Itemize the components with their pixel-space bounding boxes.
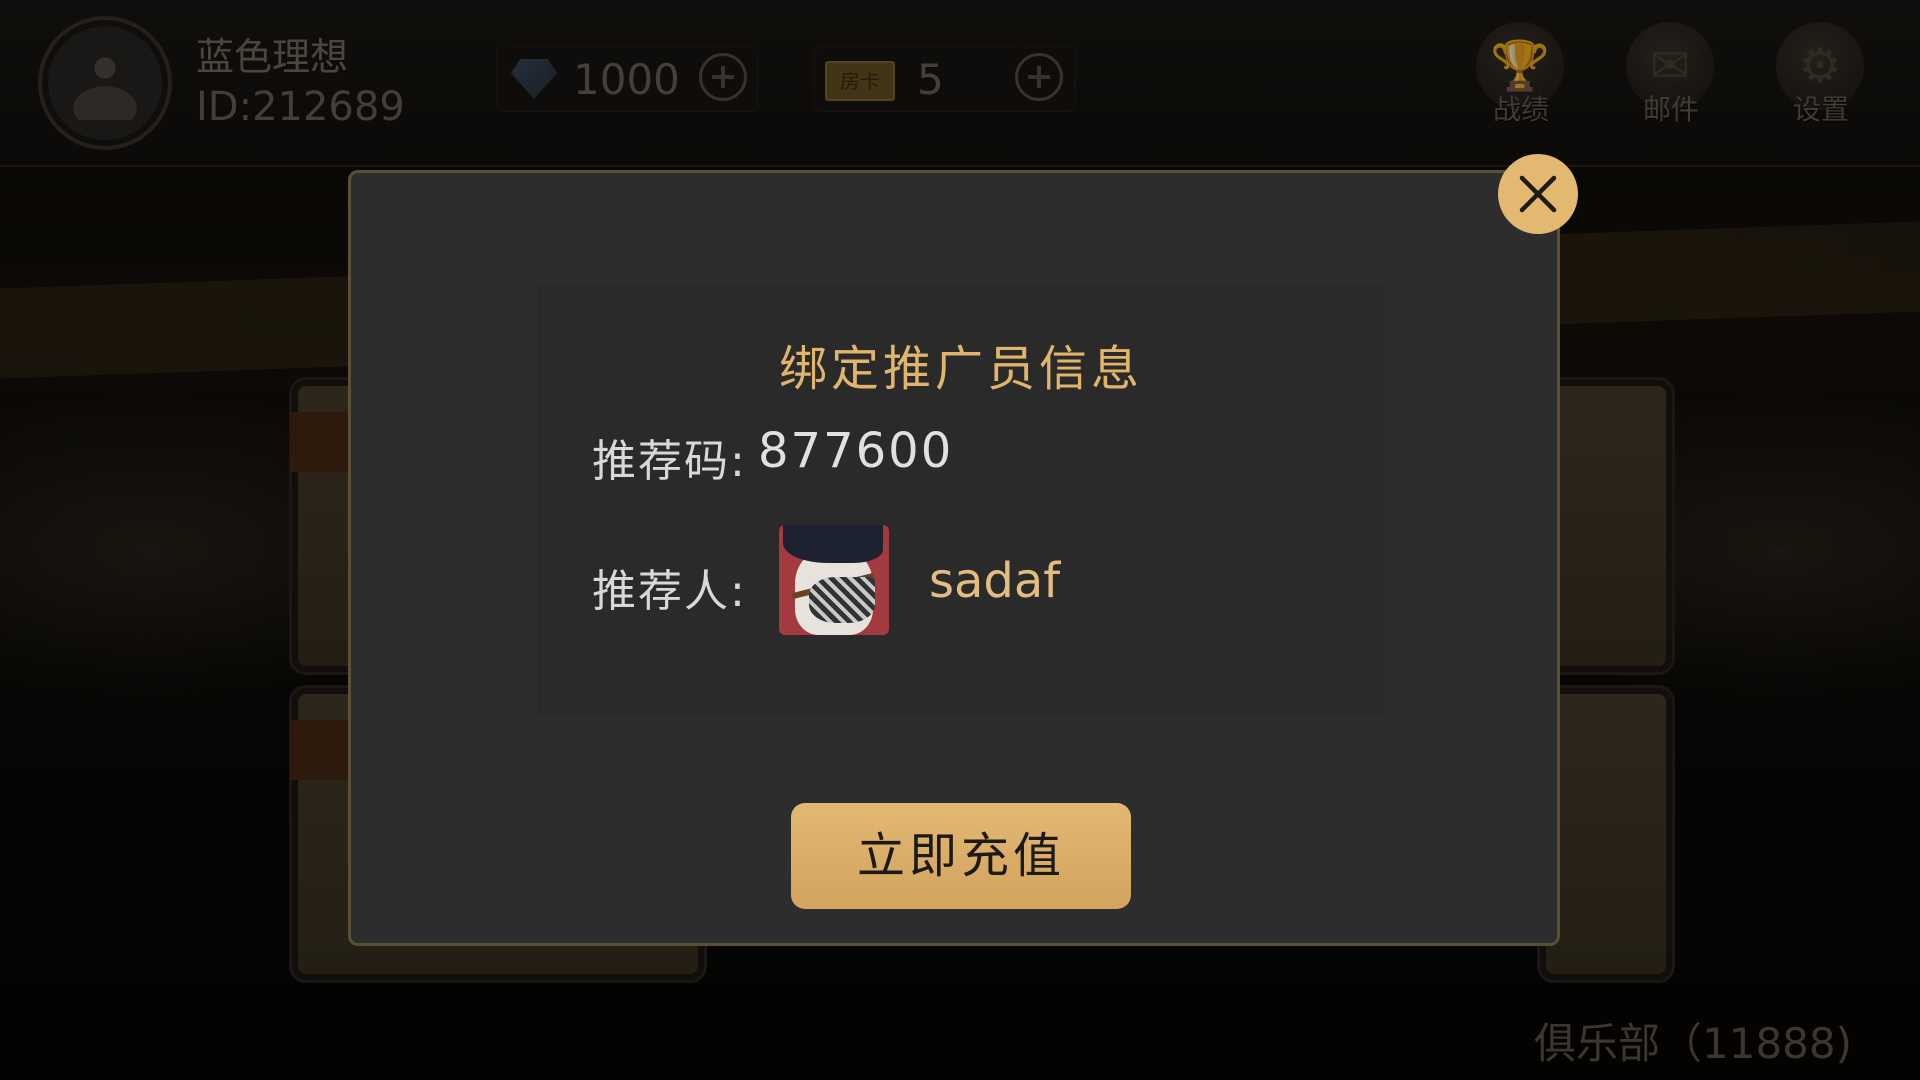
close-icon xyxy=(1519,175,1557,213)
referral-code-value: 877600 xyxy=(758,423,954,479)
dialog-title: 绑定推广员信息 xyxy=(778,341,1143,397)
recharge-now-button[interactable]: 立即充值 xyxy=(791,803,1131,909)
referrer-label: 推荐人: xyxy=(592,566,747,617)
referrer-avatar xyxy=(779,525,889,635)
referral-code-label: 推荐码: xyxy=(592,436,747,487)
close-dialog-button[interactable] xyxy=(1498,154,1578,234)
referrer-name: sadaf xyxy=(929,553,1061,609)
promoter-info-panel: 绑定推广员信息 推荐码: 877600 推荐人: sadaf xyxy=(537,285,1385,715)
bind-promoter-dialog: 绑定推广员信息 推荐码: 877600 推荐人: sadaf 立即充值 xyxy=(348,170,1560,946)
